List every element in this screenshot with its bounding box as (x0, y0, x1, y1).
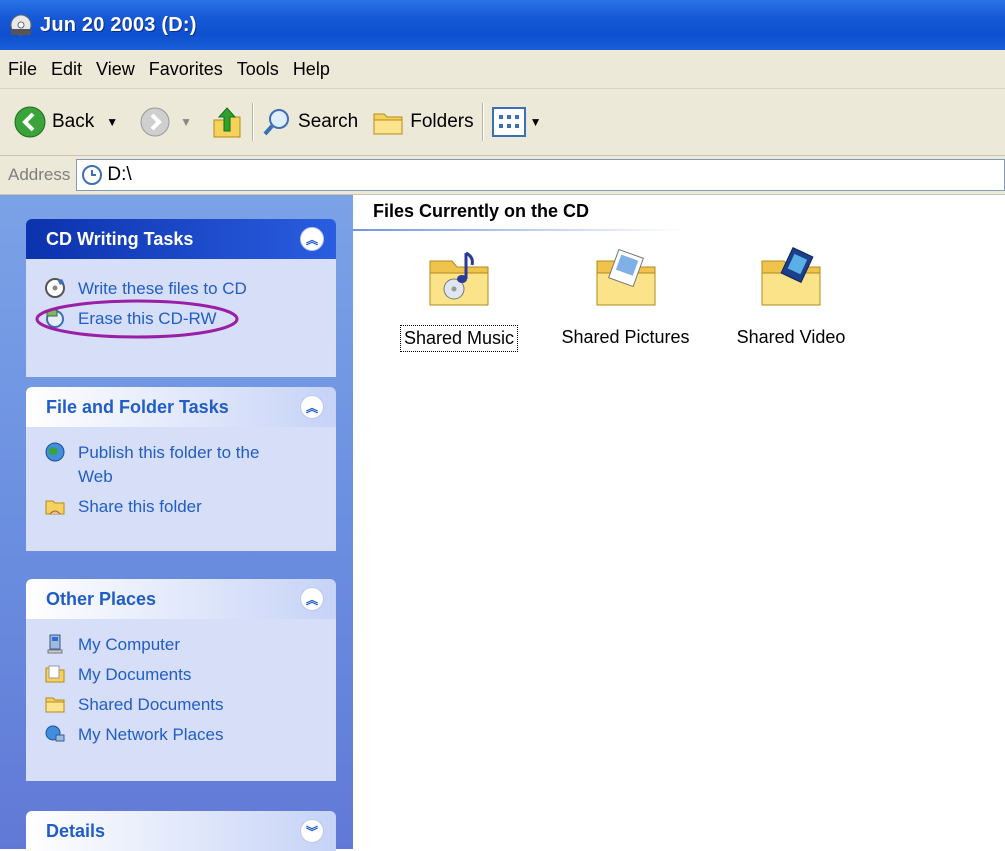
cd-drive-icon (10, 14, 32, 36)
write-cd-icon (45, 278, 65, 298)
other-places-panel: Other Places ︽ My Computer My Documents (26, 579, 336, 781)
place-my-documents[interactable]: My Documents (44, 663, 326, 687)
up-folder-icon (213, 107, 241, 138)
panel-header[interactable]: Other Places ︽ (26, 579, 336, 619)
folder-shared-music[interactable]: Shared Music (399, 243, 519, 352)
task-erase-cd-rw[interactable]: Erase this CD-RW (35, 299, 326, 339)
forward-arrow-icon (140, 107, 170, 137)
place-my-network-places[interactable]: My Network Places (44, 723, 326, 747)
place-shared-documents[interactable]: Shared Documents (44, 693, 326, 717)
folder-shared-video[interactable]: Shared Video (731, 243, 851, 350)
panel-header[interactable]: CD Writing Tasks ︽ (26, 219, 336, 259)
panel-header[interactable]: Details ︾ (26, 811, 336, 851)
video-folder-icon (761, 246, 821, 306)
item-name: Shared Video (736, 327, 846, 347)
item-name: Shared Music (399, 325, 519, 352)
views-button[interactable]: ▼ (491, 107, 542, 137)
panel-body: My Computer My Documents Shared Document… (26, 619, 336, 781)
cd-drive-icon (82, 165, 103, 185)
toolbar-separator (252, 103, 255, 141)
place-label: My Computer (78, 635, 181, 654)
panel-title: File and Folder Tasks (46, 396, 229, 417)
shared-documents-folder-icon (45, 697, 65, 713)
details-panel: Details ︾ (26, 811, 336, 851)
back-button[interactable]: Back ▼ (14, 106, 118, 138)
panel-header[interactable]: File and Folder Tasks ︽ (26, 387, 336, 427)
panel-body: Publish this folder to the Web Share thi… (26, 427, 336, 551)
title-bar: Jun 20 2003 (D:) (0, 0, 1005, 50)
address-input[interactable]: D:\ (76, 159, 1005, 191)
views-icon (491, 107, 526, 137)
task-share-folder[interactable]: Share this folder (44, 495, 326, 519)
menu-help[interactable]: Help (293, 59, 330, 80)
task-label: Share this folder (78, 497, 202, 516)
folder-shared-pictures[interactable]: Shared Pictures (553, 243, 698, 350)
task-publish-folder-to-web[interactable]: Publish this folder to the Web (44, 441, 326, 489)
section-title: Files Currently on the CD (373, 201, 590, 221)
folders-button[interactable]: Folders (372, 108, 474, 136)
place-label: My Documents (78, 665, 192, 684)
file-view: Files Currently on the CD Shared Music S… (353, 195, 1005, 849)
panel-body: Write these files to CD Erase this CD-RW (26, 259, 336, 377)
search-label: Search (298, 111, 359, 132)
menu-bar: File Edit View Favorites Tools Help (0, 50, 1005, 89)
menu-view[interactable]: View (96, 59, 135, 80)
task-label: Publish this folder to the Web (78, 443, 260, 486)
share-folder-icon (45, 500, 65, 515)
item-name: Shared Pictures (561, 327, 690, 347)
task-pane: CD Writing Tasks ︽ Write these files to … (0, 195, 353, 851)
address-value: D:\ (107, 164, 132, 185)
place-label: My Network Places (78, 725, 224, 744)
search-button[interactable]: Search (262, 107, 358, 137)
window-title: Jun 20 2003 (D:) (40, 13, 197, 36)
forward-dropdown-icon[interactable]: ▼ (180, 115, 192, 129)
network-places-icon (45, 725, 65, 742)
panel-title: Other Places (46, 588, 157, 609)
forward-button[interactable]: ▼ (140, 107, 192, 137)
menu-tools[interactable]: Tools (237, 59, 279, 80)
views-dropdown-icon[interactable]: ▼ (530, 115, 542, 129)
up-folder-button[interactable] (210, 104, 244, 140)
cd-writing-tasks-panel: CD Writing Tasks ︽ Write these files to … (26, 219, 336, 377)
folders-icon (373, 113, 403, 135)
pictures-folder-icon (596, 248, 655, 306)
back-dropdown-icon[interactable]: ▼ (106, 115, 118, 129)
toolbar: Back ▼ ▼ Search Folders ▼ (0, 89, 1005, 156)
back-arrow-icon (14, 106, 46, 138)
place-my-computer[interactable]: My Computer (44, 633, 326, 657)
collapse-chevron-icon[interactable]: ︽ (300, 395, 324, 419)
collapse-chevron-icon[interactable]: ︽ (300, 227, 324, 251)
folders-label: Folders (410, 111, 474, 132)
place-label: Shared Documents (78, 695, 224, 714)
address-bar: Address D:\ (0, 156, 1005, 195)
panel-title: Details (46, 820, 106, 841)
music-folder-icon (429, 251, 489, 306)
menu-file[interactable]: File (8, 59, 37, 80)
panel-title: CD Writing Tasks (46, 228, 194, 249)
back-label: Back (52, 111, 95, 132)
menu-edit[interactable]: Edit (51, 59, 82, 80)
my-documents-icon (45, 665, 65, 683)
expand-chevron-icon[interactable]: ︾ (300, 819, 324, 843)
globe-icon (45, 442, 65, 462)
search-icon (263, 109, 290, 136)
toolbar-separator (481, 103, 484, 141)
highlight-circle-annotation (35, 299, 239, 339)
section-divider (353, 229, 683, 231)
my-computer-icon (47, 634, 63, 654)
collapse-chevron-icon[interactable]: ︽ (300, 587, 324, 611)
menu-favorites[interactable]: Favorites (149, 59, 223, 80)
file-and-folder-tasks-panel: File and Folder Tasks ︽ Publish this fol… (26, 387, 336, 551)
address-label: Address (8, 165, 71, 184)
